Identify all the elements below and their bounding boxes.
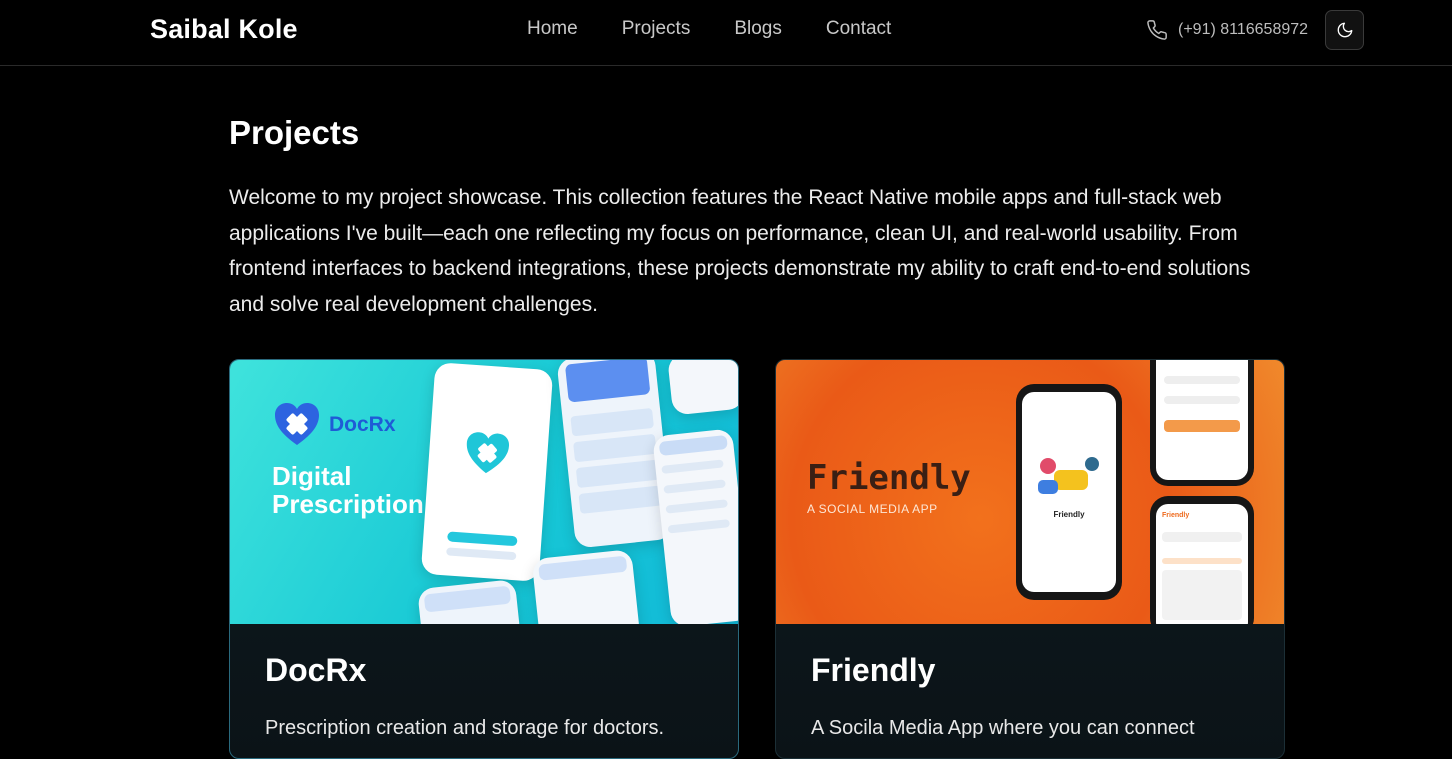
friendly-phone-mockup: Friendly bbox=[1016, 384, 1122, 600]
site-header: Saibal Kole Home Projects Blogs Contact … bbox=[0, 0, 1452, 66]
nav-contact-link[interactable]: Contact bbox=[826, 18, 891, 40]
page-intro: Welcome to my project showcase. This col… bbox=[229, 186, 1251, 316]
project-card-docrx[interactable]: DocRx Digital Prescription DocRx Prescri… bbox=[229, 359, 739, 759]
project-title: DocRx bbox=[265, 652, 367, 688]
project-description: A Socila Media App where you can connect bbox=[811, 717, 1195, 739]
page-title: Projects bbox=[229, 114, 360, 151]
phone-contact[interactable]: (+91) 8116658972 bbox=[1146, 19, 1308, 41]
project-title: Friendly bbox=[811, 652, 936, 688]
docrx-phone-form bbox=[652, 428, 738, 624]
phone-icon bbox=[1147, 20, 1167, 40]
nav-blogs-link[interactable]: Blogs bbox=[734, 18, 782, 40]
theme-toggle-button[interactable] bbox=[1325, 10, 1364, 50]
docrx-logo-icon bbox=[275, 403, 319, 445]
moon-icon bbox=[1337, 22, 1352, 38]
docrx-phone-mockup bbox=[420, 362, 554, 582]
docrx-headline: Digital Prescription bbox=[272, 461, 424, 519]
nav-projects-link[interactable]: Projects bbox=[622, 18, 691, 40]
project-thumbnail-docrx: DocRx Digital Prescription bbox=[230, 360, 738, 624]
docrx-logo-text: DocRx bbox=[329, 413, 396, 436]
main-nav: Home Projects Blogs Contact bbox=[527, 18, 891, 40]
friendly-subtitle: A SOCIAL MEDIA APP bbox=[807, 502, 938, 516]
phone-number: (+91) 8116658972 bbox=[1178, 21, 1309, 38]
project-description: Prescription creation and storage for do… bbox=[265, 717, 665, 739]
nav-home-link[interactable]: Home bbox=[527, 18, 578, 40]
project-card-friendly[interactable]: Friendly A SOCIAL MEDIA APP Friendly Fri… bbox=[775, 359, 1285, 759]
docrx-heart-icon bbox=[466, 432, 509, 474]
friendly-logo-text: Friendly bbox=[807, 458, 971, 498]
project-thumbnail-friendly: Friendly A SOCIAL MEDIA APP Friendly Fri… bbox=[776, 360, 1284, 624]
friendly-illustration-icon bbox=[1038, 457, 1099, 494]
brand-logo[interactable]: Saibal Kole bbox=[150, 14, 298, 45]
